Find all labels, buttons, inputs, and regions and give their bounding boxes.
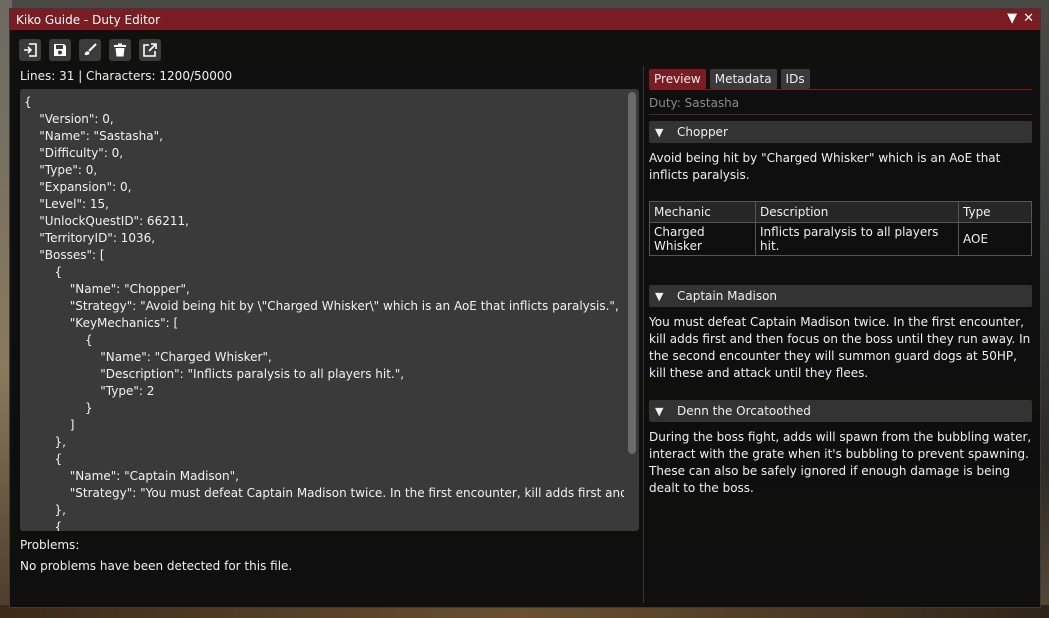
duty-separator	[649, 114, 1032, 115]
table-header: Description	[755, 201, 959, 223]
tab-metadata[interactable]: Metadata	[709, 69, 777, 89]
boss-strategy: You must defeat Captain Madison twice. I…	[649, 315, 1031, 380]
mechanics-table: Mechanic Description Type Charged Whiske…	[649, 201, 1032, 256]
boss-header-denn-the-orcatoothed[interactable]: ▼ Denn the Orcatoothed	[649, 400, 1032, 422]
tab-ids[interactable]: IDs	[780, 69, 810, 89]
json-editor-text[interactable]: { "Version": 0, "Name": "Sastasha", "Dif…	[20, 89, 624, 531]
brush-icon	[84, 43, 97, 55]
table-cell: Inflicts paralysis to all players hit.	[755, 222, 959, 256]
editor-scrollbar-thumb[interactable]	[628, 92, 636, 454]
editor-scrollbar[interactable]	[628, 92, 636, 528]
boss-name: Captain Madison	[677, 289, 778, 303]
collapse-triangle-icon: ▼	[655, 289, 664, 303]
tab-preview[interactable]: Preview	[649, 69, 706, 89]
toolbar	[19, 39, 161, 61]
table-row: Charged Whisker Inflicts paralysis to al…	[649, 222, 1032, 256]
preview-tabs: Preview Metadata IDs	[649, 69, 1032, 89]
open-external-button[interactable]	[139, 39, 161, 61]
boss-header-captain-madison[interactable]: ▼ Captain Madison	[649, 285, 1032, 307]
close-icon[interactable]: ✕	[1023, 11, 1034, 27]
table-header: Type	[958, 201, 1032, 223]
preview-panel: Preview Metadata IDs Duty: Sastasha ▼ Ch…	[649, 69, 1032, 497]
save-button[interactable]	[49, 39, 71, 61]
editor-stats: Lines: 31 | Characters: 1200/50000	[20, 69, 233, 83]
import-button[interactable]	[19, 39, 41, 61]
trash-icon	[114, 43, 126, 57]
window-title: Kiko Guide - Duty Editor	[16, 12, 161, 27]
boss-strategy: Avoid being hit by "Charged Whisker" whi…	[649, 151, 1001, 182]
table-header-row: Mechanic Description Type	[649, 201, 1032, 223]
tab-underline	[649, 89, 1032, 90]
problems-label: Problems:	[20, 538, 80, 552]
table-header: Mechanic	[649, 201, 756, 223]
boss-name: Chopper	[677, 125, 728, 139]
problems-message: No problems have been detected for this …	[20, 559, 293, 573]
table-cell: Charged Whisker	[649, 222, 756, 256]
json-editor[interactable]: { "Version": 0, "Name": "Sastasha", "Dif…	[20, 89, 639, 531]
boss-name: Denn the Orcatoothed	[677, 404, 811, 418]
title-bar[interactable]: Kiko Guide - Duty Editor ▼ ✕	[10, 9, 1040, 30]
panel-divider	[643, 66, 644, 603]
collapse-icon[interactable]: ▼	[1007, 11, 1017, 27]
collapse-triangle-icon: ▼	[655, 125, 664, 139]
external-link-icon	[143, 43, 157, 57]
duty-editor-window: Kiko Guide - Duty Editor ▼ ✕ Lines: 31 |…	[9, 8, 1041, 608]
duty-label: Duty: Sastasha	[649, 96, 740, 110]
collapse-triangle-icon: ▼	[655, 404, 664, 418]
boss-header-chopper[interactable]: ▼ Chopper	[649, 121, 1032, 143]
boss-strategy: During the boss fight, adds will spawn f…	[649, 430, 1032, 495]
format-button[interactable]	[79, 39, 101, 61]
title-controls: ▼ ✕	[1007, 11, 1034, 27]
table-cell: AOE	[958, 222, 1032, 256]
save-icon	[54, 44, 66, 56]
import-icon	[24, 43, 37, 57]
delete-button[interactable]	[109, 39, 131, 61]
